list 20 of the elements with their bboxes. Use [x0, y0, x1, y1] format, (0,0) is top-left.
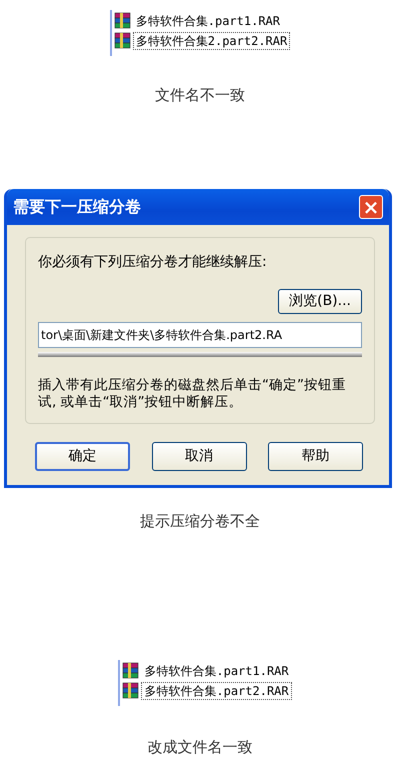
books-icon	[114, 32, 132, 50]
hint-text: 插入带有此压缩分卷的磁盘然后单击“确定”按钮重试, 或单击“取消”按钮中断解压。	[38, 376, 347, 410]
file-name[interactable]: 多特软件合集.part1.RAR	[141, 662, 292, 680]
file-name[interactable]: 多特软件合集.part1.RAR	[132, 12, 283, 30]
path-field[interactable]: tor\桌面\新建文件夹\多特软件合集.part2.RA	[38, 322, 362, 348]
dialog-button[interactable]: 帮助	[268, 442, 363, 470]
books-icon	[122, 662, 140, 680]
file-name[interactable]: 多特软件合集2.part2.RAR	[132, 32, 290, 50]
message-text: 你必须有下列压缩分卷才能继续解压:	[38, 252, 268, 272]
window-title: 需要下一压缩分卷	[13, 196, 141, 218]
dialog-button[interactable]: 取消	[152, 442, 246, 470]
close-button[interactable]: ×	[359, 194, 383, 218]
dialog-button[interactable]: 确定	[35, 442, 130, 470]
caption: 改成文件名一致	[146, 737, 254, 758]
browse-button[interactable]: 浏览(B)...	[278, 288, 362, 314]
books-icon	[122, 682, 140, 700]
caption: 文件名不一致	[154, 85, 246, 106]
caption: 提示压缩分卷不全	[139, 510, 261, 532]
books-icon	[114, 12, 132, 30]
file-name[interactable]: 多特软件合集.part2.RAR	[141, 682, 292, 700]
